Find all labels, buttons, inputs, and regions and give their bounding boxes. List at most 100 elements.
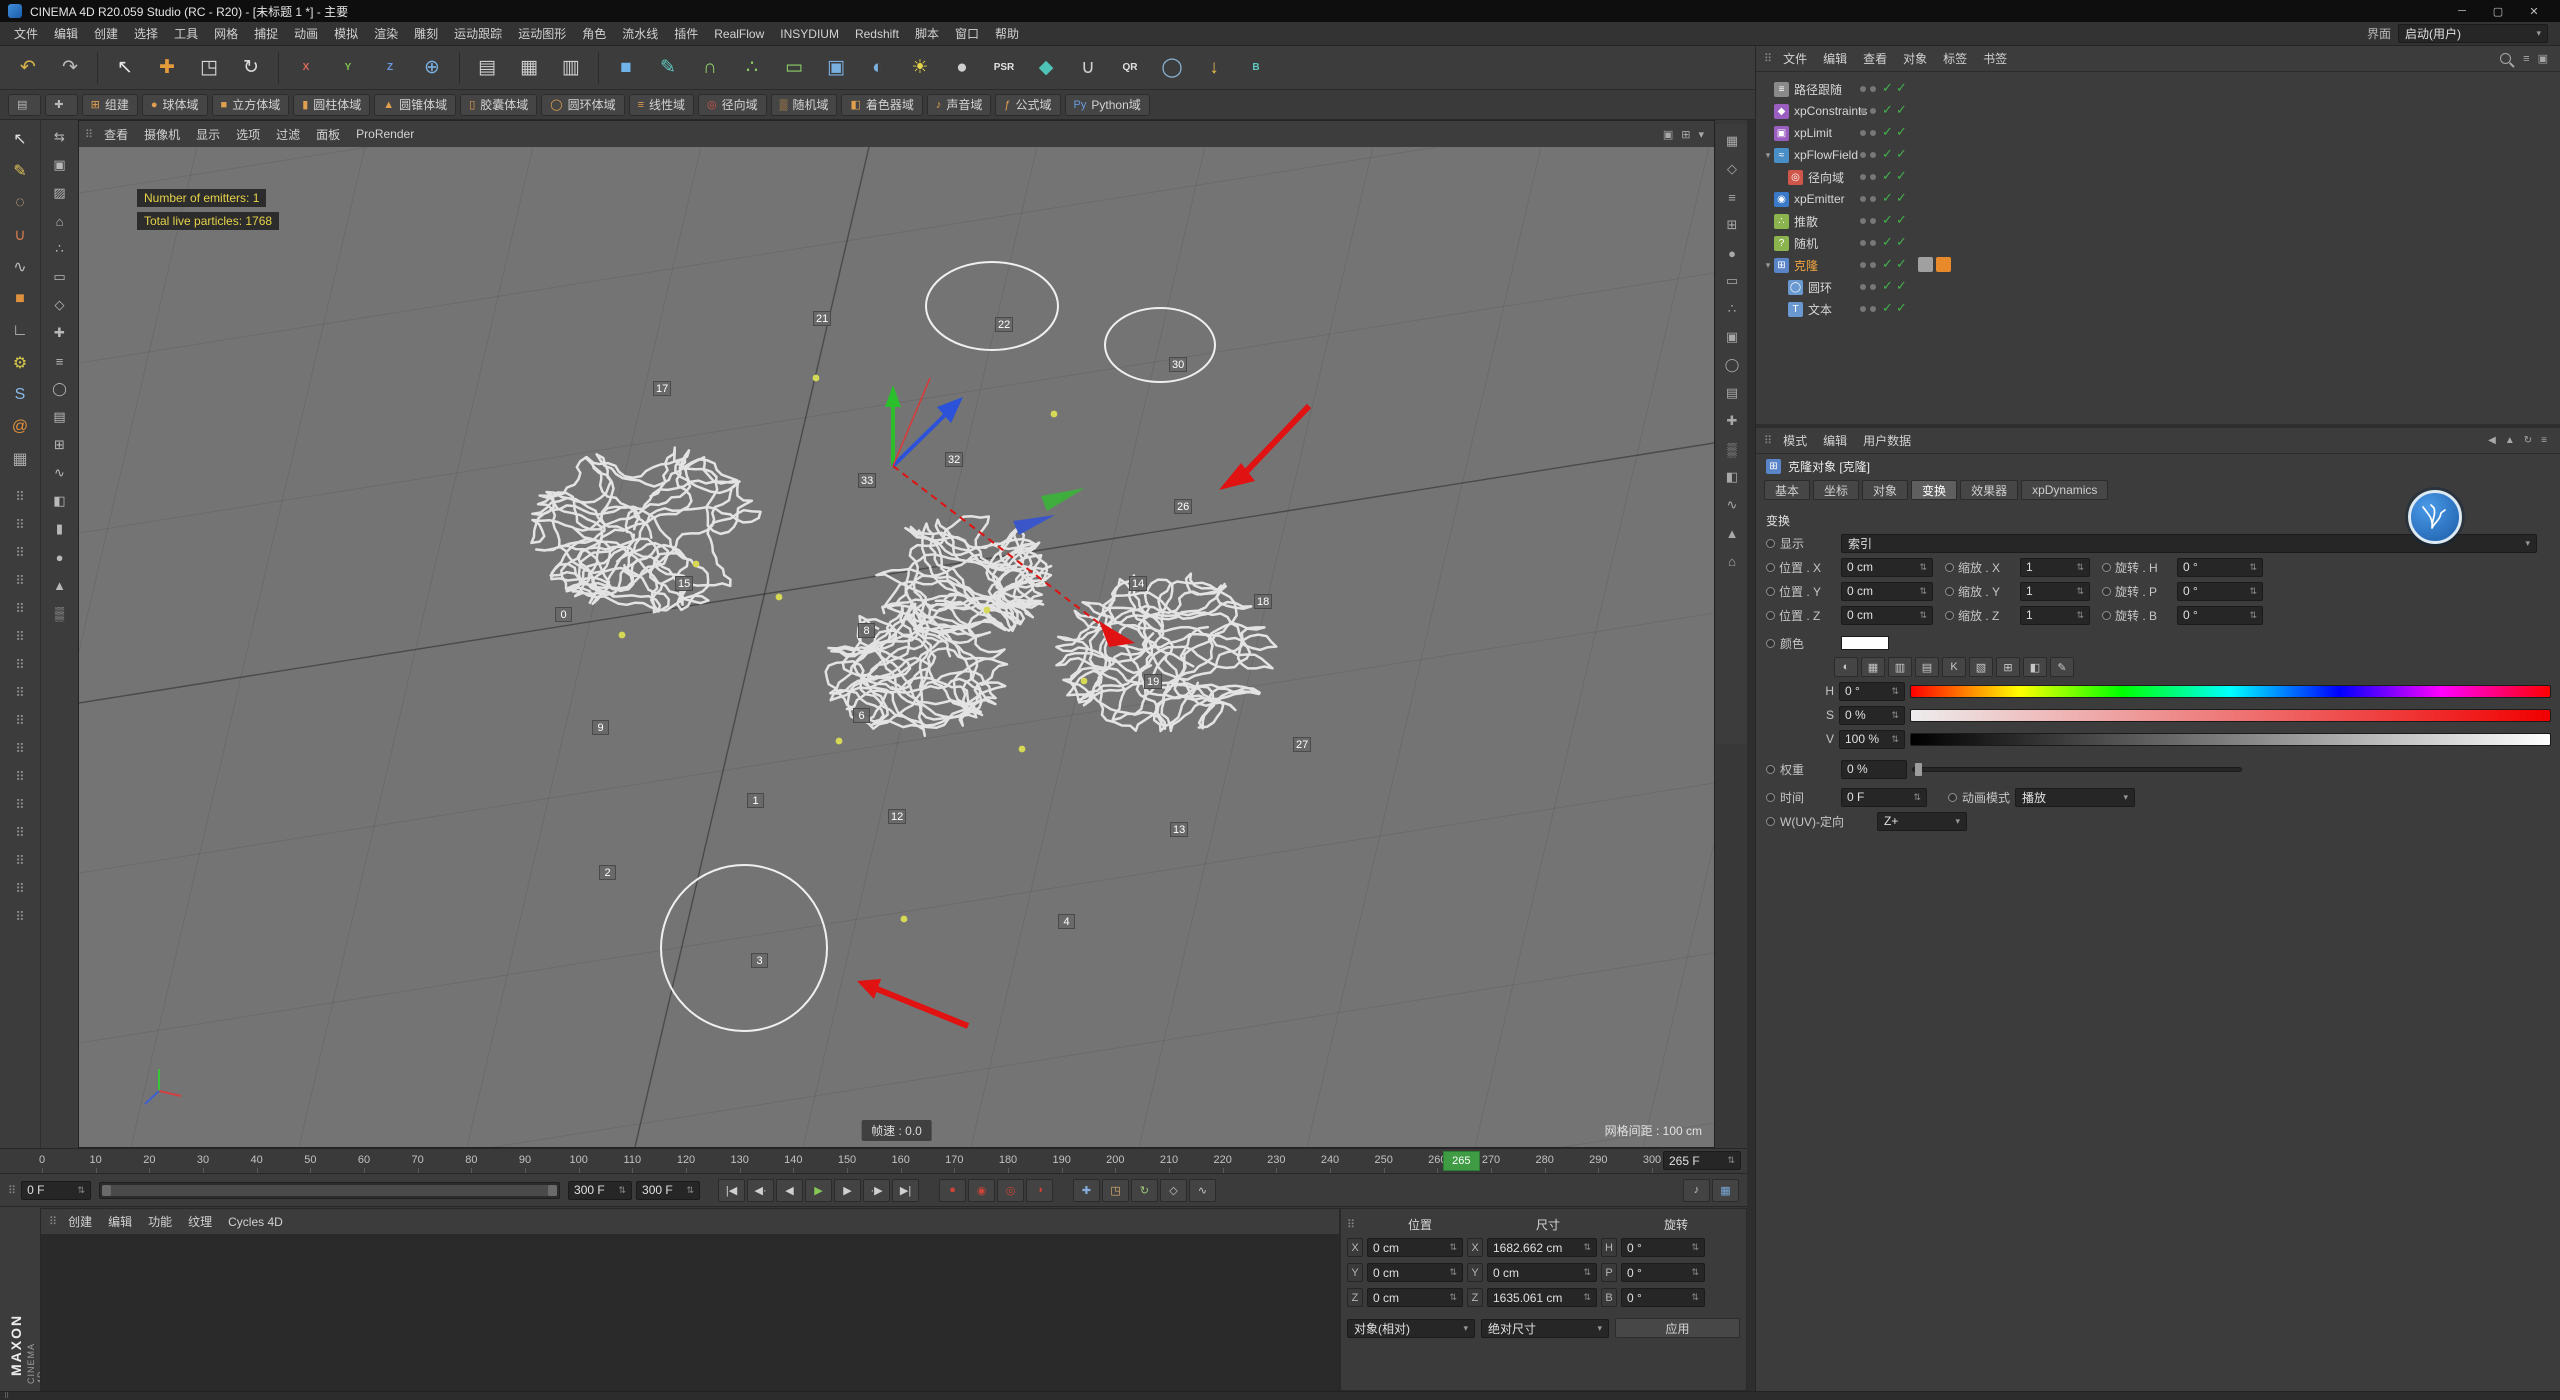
side-tool-button[interactable]: ●	[1718, 240, 1746, 266]
viewport-solo-button[interactable]: ◯	[46, 376, 74, 402]
menu-item[interactable]: Redshift	[847, 24, 907, 44]
end-frame-field[interactable]: 300 F ⇅	[636, 1180, 701, 1200]
capsule-field-button[interactable]: ▯ 胶囊体域	[460, 93, 538, 116]
current-frame-marker[interactable]: 265	[1443, 1151, 1480, 1171]
prev-key-button[interactable]: ◀·	[747, 1178, 775, 1202]
anim-dot[interactable]	[1766, 538, 1775, 548]
object-tag-icon[interactable]	[1918, 147, 1933, 162]
array-slot-button[interactable]: ⠿	[6, 736, 34, 762]
enable-check-icon[interactable]: ✓	[1882, 146, 1893, 162]
object-tag-icon[interactable]	[1918, 125, 1933, 140]
move-button[interactable]: ✚	[147, 49, 187, 87]
object-tag-icon[interactable]	[1936, 191, 1951, 206]
object-tag-icon[interactable]	[1918, 301, 1933, 316]
record-options-button[interactable]: ◑	[1026, 1178, 1054, 1202]
editor-visibility-dot[interactable]	[1860, 86, 1866, 92]
filter-icon[interactable]: ≡	[2523, 53, 2529, 65]
hsv-field[interactable]: 0 ° ⇅	[1839, 681, 1905, 701]
weight-field[interactable]: 0 %	[1841, 759, 1907, 779]
torus-field-button[interactable]: ◯ 圆环体域	[541, 93, 625, 116]
render-visibility-dot[interactable]	[1870, 306, 1876, 312]
enable-check-icon[interactable]: ✓	[1882, 234, 1893, 250]
enable-check-icon[interactable]: ✓	[1882, 300, 1893, 316]
next-key-button[interactable]: ·▶	[863, 1178, 891, 1202]
color-hsv-button[interactable]: ▤	[1915, 657, 1939, 677]
psr-button[interactable]: PSR	[984, 49, 1024, 87]
viewport-split-icon[interactable]: ⊞	[1681, 128, 1690, 141]
spline-snap-button[interactable]: ∿	[46, 460, 74, 486]
enable-check-icon[interactable]: ✓	[1896, 256, 1907, 272]
apply-button[interactable]: 应用	[1615, 1318, 1740, 1338]
start-frame-field[interactable]: 0 F ⇅	[21, 1180, 92, 1200]
menu-item[interactable]: 创建	[86, 22, 126, 45]
rotation-field[interactable]: 0 ° ⇅	[1621, 1263, 1705, 1282]
record-keyframe-button[interactable]: ●	[939, 1178, 967, 1202]
array-slot-button[interactable]: ⠿	[6, 848, 34, 874]
material-list-area[interactable]	[41, 1235, 1339, 1390]
cylinder-field-button[interactable]: ▮ 圆柱体域	[293, 93, 371, 116]
object-tag-icon[interactable]	[1918, 103, 1933, 118]
anim-dot[interactable]	[1948, 792, 1957, 802]
menu-item[interactable]: 模拟	[326, 22, 366, 45]
position-field[interactable]: 0 cm ⇅	[1841, 557, 1933, 577]
gradient-bar[interactable]	[1910, 684, 2551, 698]
editor-visibility-dot[interactable]	[1860, 152, 1866, 158]
attribute-tab[interactable]: 效果器	[1960, 480, 2019, 500]
viewport-menu-item[interactable]: 选项	[228, 123, 268, 146]
side-tool-button[interactable]: ▦	[1718, 128, 1746, 154]
timeline-ruler[interactable]: 0 10 20 30 40 50 60 70 80 90 100 110 120 130 140 150 160…	[0, 1148, 1747, 1174]
array-slot-button[interactable]: ⠿	[6, 512, 34, 538]
render-visibility-dot[interactable]	[1870, 86, 1876, 92]
spline-pen-button[interactable]: ✎	[648, 49, 688, 87]
render-visibility-dot[interactable]	[1870, 130, 1876, 136]
shader-mode-button[interactable]: ◧	[46, 488, 74, 514]
rotation-field[interactable]: 0 ° ⇅	[2177, 557, 2263, 577]
position-field[interactable]: 0 cm ⇅	[1367, 1288, 1463, 1307]
object-tag-icon[interactable]	[1936, 279, 1951, 294]
object-tag-icon[interactable]	[1936, 213, 1951, 228]
object-tag-icon[interactable]	[1918, 81, 1933, 96]
close-button[interactable]: ✕	[2516, 0, 2552, 22]
enable-check-icon[interactable]: ✓	[1882, 168, 1893, 184]
spherical-field-button[interactable]: ● 球体域	[141, 93, 208, 116]
menu-item[interactable]: 文件	[6, 22, 46, 45]
array-slot-button[interactable]: ⠿	[6, 680, 34, 706]
enable-check-icon[interactable]: ✓	[1896, 190, 1907, 206]
array-slot-button[interactable]: ⠿	[6, 596, 34, 622]
om-item-circle[interactable]: ◯ 圆环 ✓ ✓	[1760, 276, 2557, 298]
side-tool-button[interactable]: ▭	[1718, 268, 1746, 294]
dot-mode-button[interactable]: ●	[46, 544, 74, 570]
linear-field-button[interactable]: ≡ 线性域	[628, 93, 695, 116]
position-field[interactable]: 0 cm ⇅	[1841, 605, 1933, 625]
rotation-field[interactable]: 0 ° ⇅	[1621, 1288, 1705, 1307]
goto-end-button[interactable]: ▶|	[892, 1178, 920, 1202]
record-parameter-toggle[interactable]: ◇	[1160, 1178, 1188, 1202]
viewport-toggle-icon[interactable]: ▣	[1663, 128, 1673, 141]
layout-select[interactable]: 启动(用户) ▾	[2398, 24, 2548, 43]
object-manager-menu-item[interactable]: 编辑	[1815, 47, 1855, 70]
object-manager-menu-item[interactable]: 标签	[1935, 47, 1975, 70]
enable-check-icon[interactable]: ✓	[1896, 300, 1907, 316]
viewport-menu-item[interactable]: ProRender	[348, 124, 422, 144]
menu-item[interactable]: 捕捉	[246, 22, 286, 45]
side-tool-button[interactable]: ▣	[1718, 324, 1746, 350]
enable-check-icon[interactable]: ✓	[1882, 278, 1893, 294]
render-visibility-dot[interactable]	[1870, 152, 1876, 158]
object-manager-menu-item[interactable]: 对象	[1895, 47, 1935, 70]
render-visibility-dot[interactable]	[1870, 218, 1876, 224]
om-item-push-apart[interactable]: ∴ 推散 ✓ ✓	[1760, 210, 2557, 232]
array-slot-button[interactable]: ⠿	[6, 652, 34, 678]
scale-field[interactable]: 1 ⇅	[2020, 557, 2090, 577]
menu-item[interactable]: 工具	[166, 22, 206, 45]
anim-dot[interactable]	[2102, 610, 2111, 620]
enable-check-icon[interactable]: ✓	[1882, 102, 1893, 118]
python-field-button[interactable]: Py Python域	[1064, 93, 1150, 116]
menu-item[interactable]: RealFlow	[706, 24, 772, 44]
object-tag-icon[interactable]	[1936, 103, 1951, 118]
magnet-button[interactable]: ∪	[1068, 49, 1108, 87]
coordinate-system-button[interactable]: ⊕	[412, 49, 452, 87]
environment-button[interactable]: ◐	[858, 49, 898, 87]
collapse-icon[interactable]: ▲	[2505, 435, 2515, 446]
menu-item[interactable]: 渲染	[366, 22, 406, 45]
z-axis-lock-button[interactable]: Z	[370, 49, 410, 87]
